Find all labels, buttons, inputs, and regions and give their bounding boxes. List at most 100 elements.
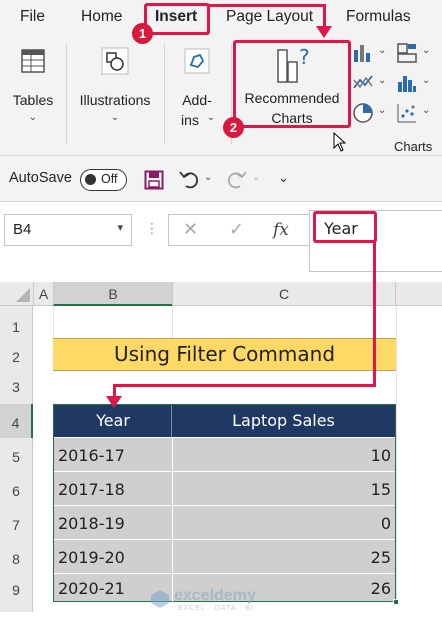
table-row[interactable]: 2018-19 0 xyxy=(54,505,395,540)
row-header-6[interactable]: 6 xyxy=(0,472,33,506)
chevron-down-icon: ⌄ xyxy=(422,45,431,56)
scatter-chart-button[interactable]: ⌄ xyxy=(396,102,436,126)
line-chart-icon xyxy=(353,75,373,89)
column-header-c[interactable]: C xyxy=(172,282,396,306)
group-separator xyxy=(66,44,67,144)
header-year: Year xyxy=(96,411,130,430)
row-header-2[interactable]: 2 xyxy=(0,342,33,372)
line-chart-button[interactable]: ⌄ xyxy=(352,72,392,96)
cancel-icon[interactable]: ✕ xyxy=(183,219,198,240)
row-header-8[interactable]: 8 xyxy=(0,540,33,574)
addins-button[interactable]: Add- ins ⌄ xyxy=(170,42,224,128)
annotation-arrow xyxy=(209,4,326,7)
formula-buttons: ✕ ✓ fx xyxy=(168,214,310,246)
recommended-charts-highlight xyxy=(233,40,351,128)
tables-button[interactable]: Tables ⌄ xyxy=(6,42,60,126)
scatter-chart-icon xyxy=(397,104,416,123)
tab-formulas[interactable]: Formulas xyxy=(346,8,411,26)
cell-sales: 26 xyxy=(370,579,391,598)
gridline xyxy=(172,306,173,341)
insert-function-icon[interactable]: fx xyxy=(273,220,289,240)
enter-icon[interactable]: ✓ xyxy=(229,219,244,240)
cell-year: 2016-17 xyxy=(58,446,125,465)
row-header-4[interactable]: 4 xyxy=(0,404,33,438)
cell-divider xyxy=(172,506,173,540)
chevron-down-icon[interactable]: ⌄ xyxy=(252,172,260,183)
redo-icon[interactable] xyxy=(226,168,248,190)
row-header-9[interactable]: 9 xyxy=(0,574,33,606)
column-chart-icon xyxy=(354,45,370,62)
formula-bar-splitter[interactable]: ⋮ xyxy=(145,220,159,237)
addins-icon xyxy=(184,48,210,74)
step-badge-1: 1 xyxy=(132,23,153,44)
row-header-1[interactable]: 1 xyxy=(0,312,33,342)
chevron-down-icon: ⌄ xyxy=(206,112,216,123)
row-header-5[interactable]: 5 xyxy=(0,438,33,472)
chevron-down-icon: ⌄ xyxy=(378,105,387,116)
tab-page-layout[interactable]: Page Layout xyxy=(226,8,313,26)
cell-sales: 15 xyxy=(370,480,391,499)
fill-handle[interactable] xyxy=(393,599,399,605)
mouse-cursor-icon xyxy=(333,132,347,152)
select-all-corner[interactable] xyxy=(0,282,33,306)
chevron-down-icon: ⌄ xyxy=(110,112,120,123)
chevron-down-icon[interactable]: ▾ xyxy=(117,221,123,234)
undo-icon[interactable] xyxy=(178,168,200,190)
table-row[interactable]: 2017-18 15 xyxy=(54,471,395,506)
cell-year: 2020-21 xyxy=(58,579,125,598)
pie-chart-icon xyxy=(353,103,373,123)
row-header-3[interactable]: 3 xyxy=(0,372,33,402)
illustrations-icon xyxy=(101,47,129,75)
watermark-brand: exceldemy xyxy=(174,587,256,604)
illustrations-label: Illustrations xyxy=(79,92,151,108)
data-table: Year Laptop Sales 2016-17 10 2017-18 15 … xyxy=(53,404,396,602)
sheet-title: Using Filter Command xyxy=(113,342,336,366)
statistic-chart-button[interactable]: ⌄ xyxy=(396,72,436,96)
tab-home[interactable]: Home xyxy=(81,8,122,26)
column-header-a[interactable]: A xyxy=(33,282,53,306)
cell-year: 2018-19 xyxy=(58,514,125,533)
insert-tab-highlight xyxy=(144,3,210,35)
save-icon[interactable] xyxy=(144,170,164,190)
tab-file[interactable]: File xyxy=(20,8,45,26)
gridline xyxy=(396,306,397,606)
charts-group-label: Charts xyxy=(394,139,433,154)
column-chart-button[interactable]: ⌄ xyxy=(352,42,392,66)
table-row[interactable]: 2016-17 10 xyxy=(54,437,395,472)
pie-chart-button[interactable]: ⌄ xyxy=(352,102,392,126)
statistic-chart-icon xyxy=(398,76,416,92)
watermark-tagline: EXCEL · DATA · BI xyxy=(178,605,254,612)
select-all-triangle-icon xyxy=(16,288,30,302)
column-header-b[interactable]: B xyxy=(53,282,172,306)
cell-sales: 10 xyxy=(370,446,391,465)
column-header-d[interactable] xyxy=(396,282,442,306)
chevron-down-icon: ⌄ xyxy=(422,75,431,86)
chevron-down-icon: ⌄ xyxy=(422,105,431,116)
cell-year: 2017-18 xyxy=(58,480,125,499)
quick-access-toolbar: AutoSave Off ⌄ ⌄ ⌄ xyxy=(0,156,442,202)
customize-qat-icon[interactable]: ⌄ xyxy=(278,170,289,186)
chevron-down-icon: ⌄ xyxy=(378,75,387,86)
exceldemy-logo-icon xyxy=(151,590,169,608)
row-header-7[interactable]: 7 xyxy=(0,506,33,540)
cell-sales: 0 xyxy=(380,514,391,533)
name-box-value: B4 xyxy=(13,221,32,238)
cell-year: 2019-20 xyxy=(58,548,125,567)
illustrations-button[interactable]: Illustrations ⌄ xyxy=(72,42,158,126)
table-icon xyxy=(21,49,45,73)
name-box[interactable]: B4 ▾ xyxy=(4,214,132,246)
annotation-arrow xyxy=(323,4,326,28)
watermark: exceldemy EXCEL · DATA · BI xyxy=(150,585,310,615)
cell-sales: 25 xyxy=(370,548,391,567)
header-laptop-sales: Laptop Sales xyxy=(232,411,335,430)
table-row[interactable]: 2019-20 25 xyxy=(54,539,395,574)
autosave-label: AutoSave xyxy=(9,170,72,186)
gridline xyxy=(53,306,54,341)
chevron-down-icon: ⌄ xyxy=(28,112,38,123)
autosave-toggle-state: Off xyxy=(101,172,118,186)
hierarchy-chart-button[interactable]: ⌄ xyxy=(396,42,436,66)
autosave-toggle[interactable]: Off xyxy=(80,169,127,191)
chevron-down-icon[interactable]: ⌄ xyxy=(204,172,212,183)
arrow-head-icon xyxy=(106,396,122,408)
annotation-arrow xyxy=(373,241,376,387)
